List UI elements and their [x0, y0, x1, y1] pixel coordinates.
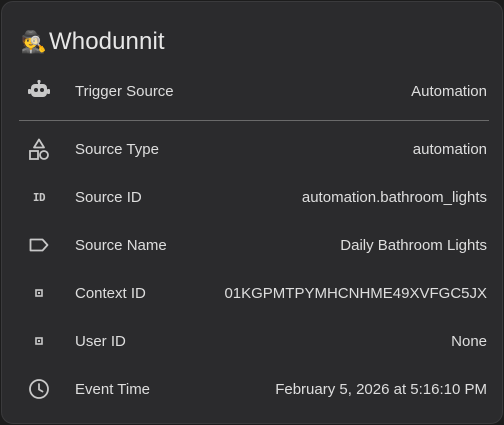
- row-label: Context ID: [75, 284, 146, 302]
- row-label: Source ID: [75, 188, 142, 206]
- row-label: Trigger Source: [75, 82, 174, 100]
- row-context-id: Context ID 01KGPMTPYMHCNHME49XVFGC5JX: [2, 269, 502, 317]
- small-square-icon: [26, 280, 52, 306]
- row-source-name: Source Name Daily Bathroom Lights: [2, 221, 502, 269]
- row-value: automation: [412, 140, 487, 158]
- row-label: Source Type: [75, 140, 159, 158]
- row-value: Daily Bathroom Lights: [340, 236, 487, 254]
- detective-icon: 🕵️: [20, 29, 48, 54]
- row-value: February 5, 2026 at 5:16:10 PM: [275, 380, 487, 398]
- row-user-id: User ID None: [2, 317, 502, 365]
- card-header: 🕵️ Whodunnit: [21, 24, 165, 60]
- row-label: User ID: [75, 332, 126, 350]
- row-value: None: [451, 332, 487, 350]
- robot-icon: [26, 78, 52, 104]
- label-tag-icon: [26, 232, 52, 258]
- row-value: automation.bathroom_lights: [301, 188, 487, 206]
- row-value: Automation: [411, 82, 487, 100]
- whodunnit-card: 🕵️ Whodunnit Trigger Source Automation S…: [1, 1, 503, 424]
- divider: [19, 120, 489, 121]
- row-label: Source Name: [75, 236, 167, 254]
- row-event-time: Event Time February 5, 2026 at 5:16:10 P…: [2, 365, 502, 413]
- id-icon: ID: [32, 190, 46, 204]
- clock-icon: [26, 376, 52, 402]
- row-source-type: Source Type automation: [2, 125, 502, 173]
- row-source-id: ID Source ID automation.bathroom_lights: [2, 173, 502, 221]
- small-square-icon: [26, 328, 52, 354]
- row-trigger-source: Trigger Source Automation: [2, 67, 502, 115]
- card-title: Whodunnit: [49, 28, 165, 55]
- row-value: 01KGPMTPYMHCNHME49XVFGC5JX: [224, 284, 487, 302]
- row-label: Event Time: [75, 380, 151, 398]
- shapes-icon: [26, 136, 52, 162]
